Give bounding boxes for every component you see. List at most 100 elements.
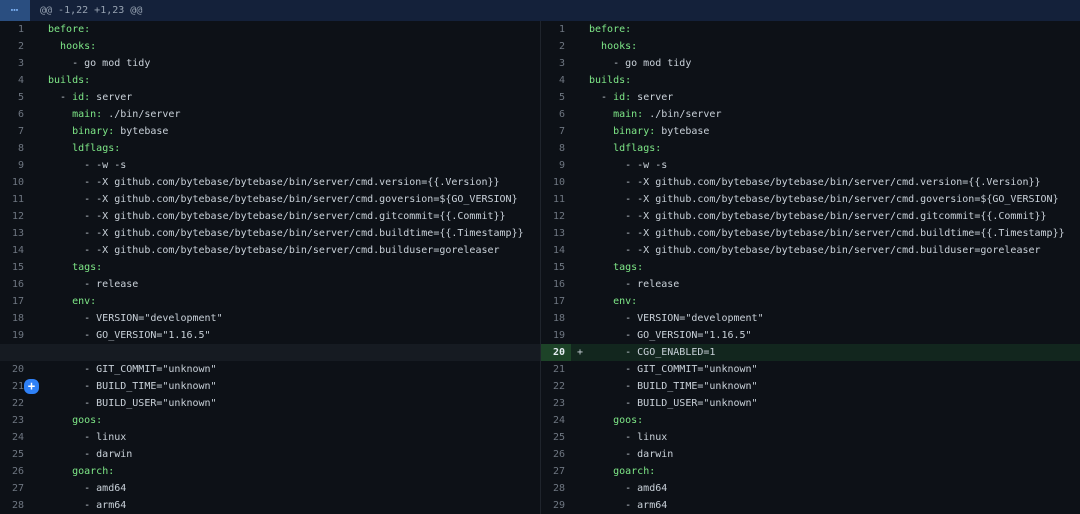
line-number[interactable]: 1 xyxy=(541,21,571,38)
yaml-key: id: xyxy=(72,92,90,103)
line-number[interactable]: 16 xyxy=(0,276,30,293)
diff-sign xyxy=(30,123,48,140)
diff-sign xyxy=(571,191,589,208)
code-text xyxy=(589,415,613,426)
diff-row-new-16: 16 - release xyxy=(541,276,1080,293)
line-number[interactable]: 15 xyxy=(541,259,571,276)
line-number[interactable]: 12 xyxy=(0,208,30,225)
line-number[interactable]: 6 xyxy=(541,106,571,123)
line-number[interactable]: 14 xyxy=(541,242,571,259)
line-number[interactable]: 5 xyxy=(0,89,30,106)
line-number[interactable]: 23 xyxy=(0,412,30,429)
line-number[interactable]: 17 xyxy=(0,293,30,310)
code-line: before: xyxy=(589,21,631,38)
line-number[interactable]: 22 xyxy=(541,378,571,395)
diff-sign xyxy=(30,395,48,412)
line-number[interactable]: 13 xyxy=(541,225,571,242)
line-number[interactable]: 14 xyxy=(0,242,30,259)
line-number[interactable]: 26 xyxy=(541,446,571,463)
code-line: - id: server xyxy=(48,89,132,106)
line-number[interactable]: 3 xyxy=(541,55,571,72)
line-number[interactable]: 1 xyxy=(0,21,30,38)
line-number[interactable]: 8 xyxy=(541,140,571,157)
code-text xyxy=(48,262,72,273)
line-number[interactable]: 5 xyxy=(541,89,571,106)
line-number[interactable]: 6 xyxy=(0,106,30,123)
code-line: - -X github.com/bytebase/bytebase/bin/se… xyxy=(589,242,1041,259)
diff-sign xyxy=(571,361,589,378)
line-number[interactable]: 17 xyxy=(541,293,571,310)
line-number[interactable]: 22 xyxy=(0,395,30,412)
code-text xyxy=(589,109,613,120)
line-number[interactable]: 8 xyxy=(0,140,30,157)
line-number[interactable]: 20 xyxy=(541,344,571,361)
line-number[interactable]: 25 xyxy=(541,429,571,446)
line-number[interactable]: 19 xyxy=(0,327,30,344)
yaml-key: hooks: xyxy=(601,41,637,52)
diff-row-new-17: 17 env: xyxy=(541,293,1080,310)
line-number[interactable]: 18 xyxy=(541,310,571,327)
diff-sign xyxy=(571,157,589,174)
diff-sign xyxy=(30,446,48,463)
line-number[interactable]: 2 xyxy=(0,38,30,55)
line-number[interactable]: 9 xyxy=(541,157,571,174)
line-number[interactable]: 29 xyxy=(541,497,571,514)
code-text: - -X github.com/bytebase/bytebase/bin/se… xyxy=(589,177,1041,188)
line-number[interactable]: 26 xyxy=(0,463,30,480)
line-number[interactable]: 18 xyxy=(0,310,30,327)
line-number[interactable]: 10 xyxy=(0,174,30,191)
add-comment-button[interactable]: + xyxy=(24,379,39,394)
expand-hunk-icon[interactable]: ⋯ xyxy=(0,0,30,21)
code-line: - arm64 xyxy=(48,497,126,514)
line-number[interactable]: 28 xyxy=(0,497,30,514)
line-number[interactable]: 3 xyxy=(0,55,30,72)
code-line: - -X github.com/bytebase/bytebase/bin/se… xyxy=(589,191,1059,208)
diff-sign xyxy=(571,327,589,344)
line-number[interactable]: 15 xyxy=(0,259,30,276)
line-number[interactable]: 9 xyxy=(0,157,30,174)
line-number[interactable]: 19 xyxy=(541,327,571,344)
diff-sign xyxy=(571,446,589,463)
split-diff-view: ⋯ @@ -1,22 +1,23 @@ 1before:2 hooks:3 - … xyxy=(0,0,1080,514)
diff-sign xyxy=(571,123,589,140)
hunk-header: ⋯ @@ -1,22 +1,23 @@ xyxy=(0,0,1080,21)
code-line: - go mod tidy xyxy=(48,55,150,72)
line-number[interactable]: 11 xyxy=(541,191,571,208)
code-text: - BUILD_TIME="unknown" xyxy=(589,381,758,392)
line-number[interactable]: 4 xyxy=(541,72,571,89)
diff-row-old-12: 12 - -X github.com/bytebase/bytebase/bin… xyxy=(0,208,540,225)
line-number[interactable]: 21 xyxy=(541,361,571,378)
line-number[interactable]: 12 xyxy=(541,208,571,225)
code-line: - GIT_COMMIT="unknown" xyxy=(48,361,217,378)
diff-row-old-7: 7 binary: bytebase xyxy=(0,123,540,140)
code-line: builds: xyxy=(589,72,631,89)
line-number[interactable]: 24 xyxy=(541,412,571,429)
diff-row-new-29: 29 - arm64 xyxy=(541,497,1080,514)
line-number[interactable]: 7 xyxy=(0,123,30,140)
line-number[interactable]: 28 xyxy=(541,480,571,497)
line-number[interactable]: 25 xyxy=(0,446,30,463)
line-number[interactable]: 16 xyxy=(541,276,571,293)
code-text: - xyxy=(589,92,613,103)
line-number[interactable]: 4 xyxy=(0,72,30,89)
line-number[interactable]: 2 xyxy=(541,38,571,55)
diff-sign xyxy=(571,378,589,395)
line-number[interactable]: 13 xyxy=(0,225,30,242)
diff-row-new-15: 15 tags: xyxy=(541,259,1080,276)
diff-row-old-1: 1before: xyxy=(0,21,540,38)
line-number[interactable]: 23 xyxy=(541,395,571,412)
line-number[interactable]: 10 xyxy=(541,174,571,191)
line-number[interactable]: 27 xyxy=(541,463,571,480)
line-number[interactable]: 27 xyxy=(0,480,30,497)
diff-row-spacer xyxy=(0,344,540,361)
code-text xyxy=(48,143,72,154)
line-number[interactable]: 24 xyxy=(0,429,30,446)
diff-sign xyxy=(30,174,48,191)
line-number[interactable]: 11 xyxy=(0,191,30,208)
code-line: - CGO_ENABLED=1 xyxy=(589,344,715,361)
line-number[interactable]: 7 xyxy=(541,123,571,140)
code-line: goos: xyxy=(48,412,102,429)
line-number[interactable]: 20 xyxy=(0,361,30,378)
code-line: - arm64 xyxy=(589,497,667,514)
code-text: - BUILD_USER="unknown" xyxy=(48,398,217,409)
